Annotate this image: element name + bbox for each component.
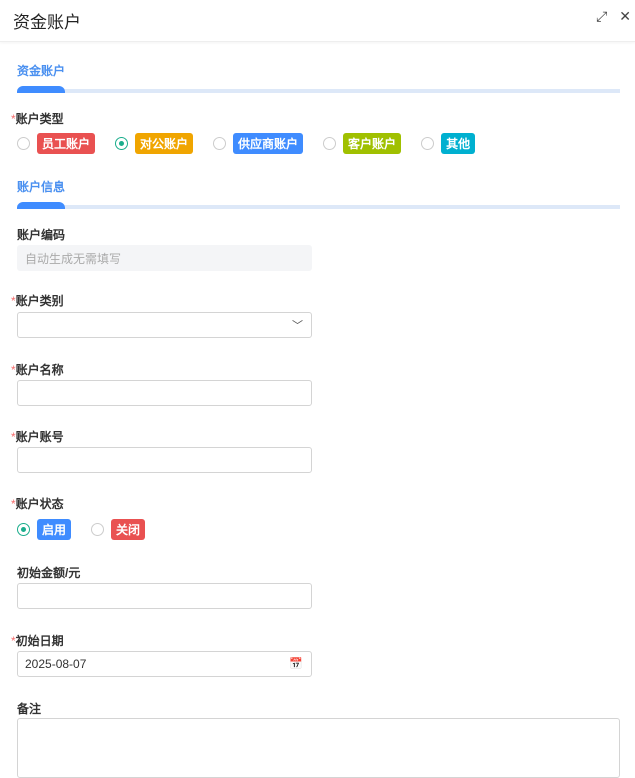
- radio-account_type-2[interactable]: 供应商账户: [213, 133, 304, 154]
- calendar-icon[interactable]: 📅: [289, 657, 303, 670]
- account-status-radios: 启用 关闭: [17, 519, 165, 540]
- account-number-input[interactable]: [17, 447, 312, 473]
- radio-tag: 员工账户: [37, 133, 96, 154]
- dialog-header: 资金账户 ⤢ ✕: [0, 0, 635, 42]
- section-title: 账户信息: [17, 180, 66, 194]
- radio-tag: 供应商账户: [233, 133, 304, 154]
- account-type-radios: 员工账户 对公账户 供应商账户 客户账户 其他: [17, 133, 495, 154]
- radio-tag: 对公账户: [135, 133, 194, 154]
- account-category-select[interactable]: ﹀: [17, 312, 312, 338]
- initial-date-label: *初始日期: [11, 634, 64, 648]
- radio-circle-icon[interactable]: [213, 137, 227, 150]
- account-category-label: *账户类别: [11, 294, 64, 308]
- radio-account_type-0[interactable]: 员工账户: [17, 133, 96, 154]
- dialog-title: 资金账户: [13, 13, 81, 32]
- remark-label: 备注: [17, 702, 42, 716]
- radio-tag: 其他: [441, 133, 476, 154]
- radio-status-0[interactable]: 启用: [17, 519, 72, 540]
- account-code-input: 自动生成无需填写: [17, 245, 312, 271]
- radio-circle-icon[interactable]: [91, 523, 105, 536]
- account-name-label: *账户名称: [11, 363, 64, 377]
- expand-icon[interactable]: ⤢: [596, 8, 607, 25]
- radio-account_type-3[interactable]: 客户账户: [323, 133, 402, 154]
- remark-textarea[interactable]: [17, 718, 620, 778]
- radio-tag: 启用: [37, 519, 72, 540]
- initial-amount-input[interactable]: [17, 583, 312, 609]
- radio-circle-icon[interactable]: [115, 137, 129, 150]
- section-account-info: 账户信息: [17, 178, 620, 209]
- section-fund-account: 资金账户: [17, 62, 620, 93]
- radio-circle-icon[interactable]: [17, 137, 30, 150]
- account-name-input[interactable]: [17, 380, 312, 406]
- radio-tag: 关闭: [111, 519, 146, 540]
- radio-circle-icon[interactable]: [323, 137, 337, 150]
- account-code-label: 账户编码: [17, 228, 66, 242]
- radio-status-1[interactable]: 关闭: [91, 519, 146, 540]
- initial-amount-label: 初始金额/元: [17, 566, 81, 580]
- radio-circle-icon[interactable]: [421, 137, 435, 150]
- section-title: 资金账户: [17, 64, 66, 78]
- close-icon[interactable]: ✕: [619, 8, 631, 25]
- chevron-down-icon: ﹀: [292, 320, 303, 332]
- account-type-label: *账户类型: [11, 112, 64, 126]
- account-number-label: *账户账号: [11, 430, 64, 444]
- radio-tag: 客户账户: [343, 133, 402, 154]
- radio-account_type-4[interactable]: 其他: [421, 133, 476, 154]
- radio-account_type-1[interactable]: 对公账户: [115, 133, 194, 154]
- account-status-label: *账户状态: [11, 497, 64, 511]
- initial-date-input[interactable]: 2025-08-07 📅: [17, 651, 312, 677]
- radio-circle-icon[interactable]: [17, 523, 30, 536]
